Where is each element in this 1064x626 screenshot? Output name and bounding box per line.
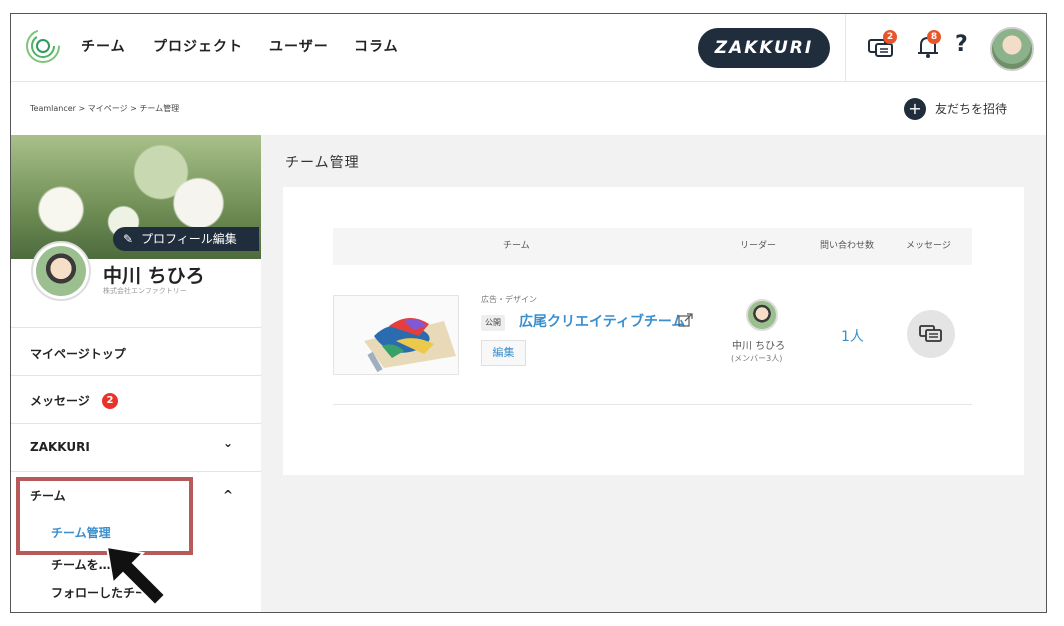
notification-badge: 8 <box>927 30 941 44</box>
app-frame: チーム プロジェクト ユーザー コラム ZAKKURI 2 8 ? Teamla… <box>10 13 1047 613</box>
team-category: 広告・デザイン <box>481 295 537 304</box>
column-leader: リーダー <box>740 241 777 251</box>
nav-team[interactable]: チーム <box>81 14 126 81</box>
column-team: チーム <box>503 241 530 251</box>
invite-label: 友だちを招待 <box>935 102 1008 116</box>
top-header: チーム プロジェクト ユーザー コラム ZAKKURI 2 8 ? <box>11 14 1046 82</box>
zakkuri-button[interactable]: ZAKKURI <box>698 28 830 68</box>
inquiry-count-link[interactable]: 1人 <box>841 326 864 346</box>
column-inquiries: 問い合わせ数 <box>820 241 875 251</box>
public-tag: 公開 <box>481 315 505 331</box>
sidebar-item-label: ZAKKURI <box>30 440 90 454</box>
sidebar-item-label: マイページトップ <box>30 347 126 361</box>
table-header: チーム リーダー 問い合わせ数 メッセージ <box>333 228 972 265</box>
profile-avatar <box>31 241 91 301</box>
sub-item-team-create[interactable]: チームを… <box>51 556 111 573</box>
edit-team-button[interactable]: 編集 <box>481 340 526 366</box>
header-divider <box>845 14 846 81</box>
profile-company: 株式会社エンファクトリー <box>103 287 187 295</box>
team-table-card: チーム リーダー 問い合わせ数 メッセージ 広告・デザイン 公開 広尾クリエイテ… <box>283 187 1024 475</box>
edit-profile-button[interactable]: ✎ プロフィール編集 <box>113 227 259 251</box>
nav-project[interactable]: プロジェクト <box>153 14 243 81</box>
user-avatar[interactable] <box>990 27 1034 71</box>
pencil-icon: ✎ <box>123 232 134 246</box>
plus-icon: + <box>904 98 926 120</box>
help-icon[interactable]: ? <box>955 32 968 57</box>
sidebar-item-zakkuri[interactable]: ZAKKURI ⌄ <box>11 423 261 472</box>
main-content: チーム管理 チーム リーダー 問い合わせ数 メッセージ 広告・デザイン 公開 広… <box>261 135 1046 612</box>
messages-count-badge: 2 <box>102 393 118 409</box>
leader-avatar[interactable] <box>746 299 778 331</box>
page-title: チーム管理 <box>285 155 360 171</box>
breadcrumb-bar: Teamlancer > マイページ > チーム管理 + 友だちを招待 <box>11 82 1046 135</box>
member-count: (メンバー3人) <box>731 354 783 363</box>
site-logo-icon[interactable] <box>25 28 61 64</box>
leader-name: 中川 ちひろ <box>732 341 786 352</box>
message-button[interactable] <box>907 310 955 358</box>
row-divider <box>333 404 972 405</box>
arrow-pointer-icon <box>105 545 167 607</box>
profile-name: 中川 ちひろ <box>103 265 205 287</box>
edit-profile-label: プロフィール編集 <box>141 232 237 246</box>
breadcrumb[interactable]: Teamlancer > マイページ > チーム管理 <box>30 103 179 114</box>
sidebar-item-messages[interactable]: メッセージ 2 <box>11 375 261 424</box>
messages-badge: 2 <box>883 30 897 44</box>
chevron-down-icon: ⌄ <box>223 436 234 450</box>
nav-column[interactable]: コラム <box>354 14 399 81</box>
chat-icon <box>919 325 942 342</box>
team-name-link[interactable]: 広尾クリエイティブチーム <box>519 311 685 331</box>
sidebar-item-mypage[interactable]: マイページトップ <box>11 327 261 376</box>
invite-friends-button[interactable]: + 友だちを招待 <box>904 97 1007 121</box>
sidebar-item-label: メッセージ <box>30 394 90 408</box>
column-message: メッセージ <box>906 241 951 251</box>
nav-user[interactable]: ユーザー <box>269 14 329 81</box>
external-link-icon[interactable] <box>678 313 693 328</box>
team-thumbnail[interactable] <box>333 295 459 375</box>
chevron-up-icon: ^ <box>223 488 234 502</box>
